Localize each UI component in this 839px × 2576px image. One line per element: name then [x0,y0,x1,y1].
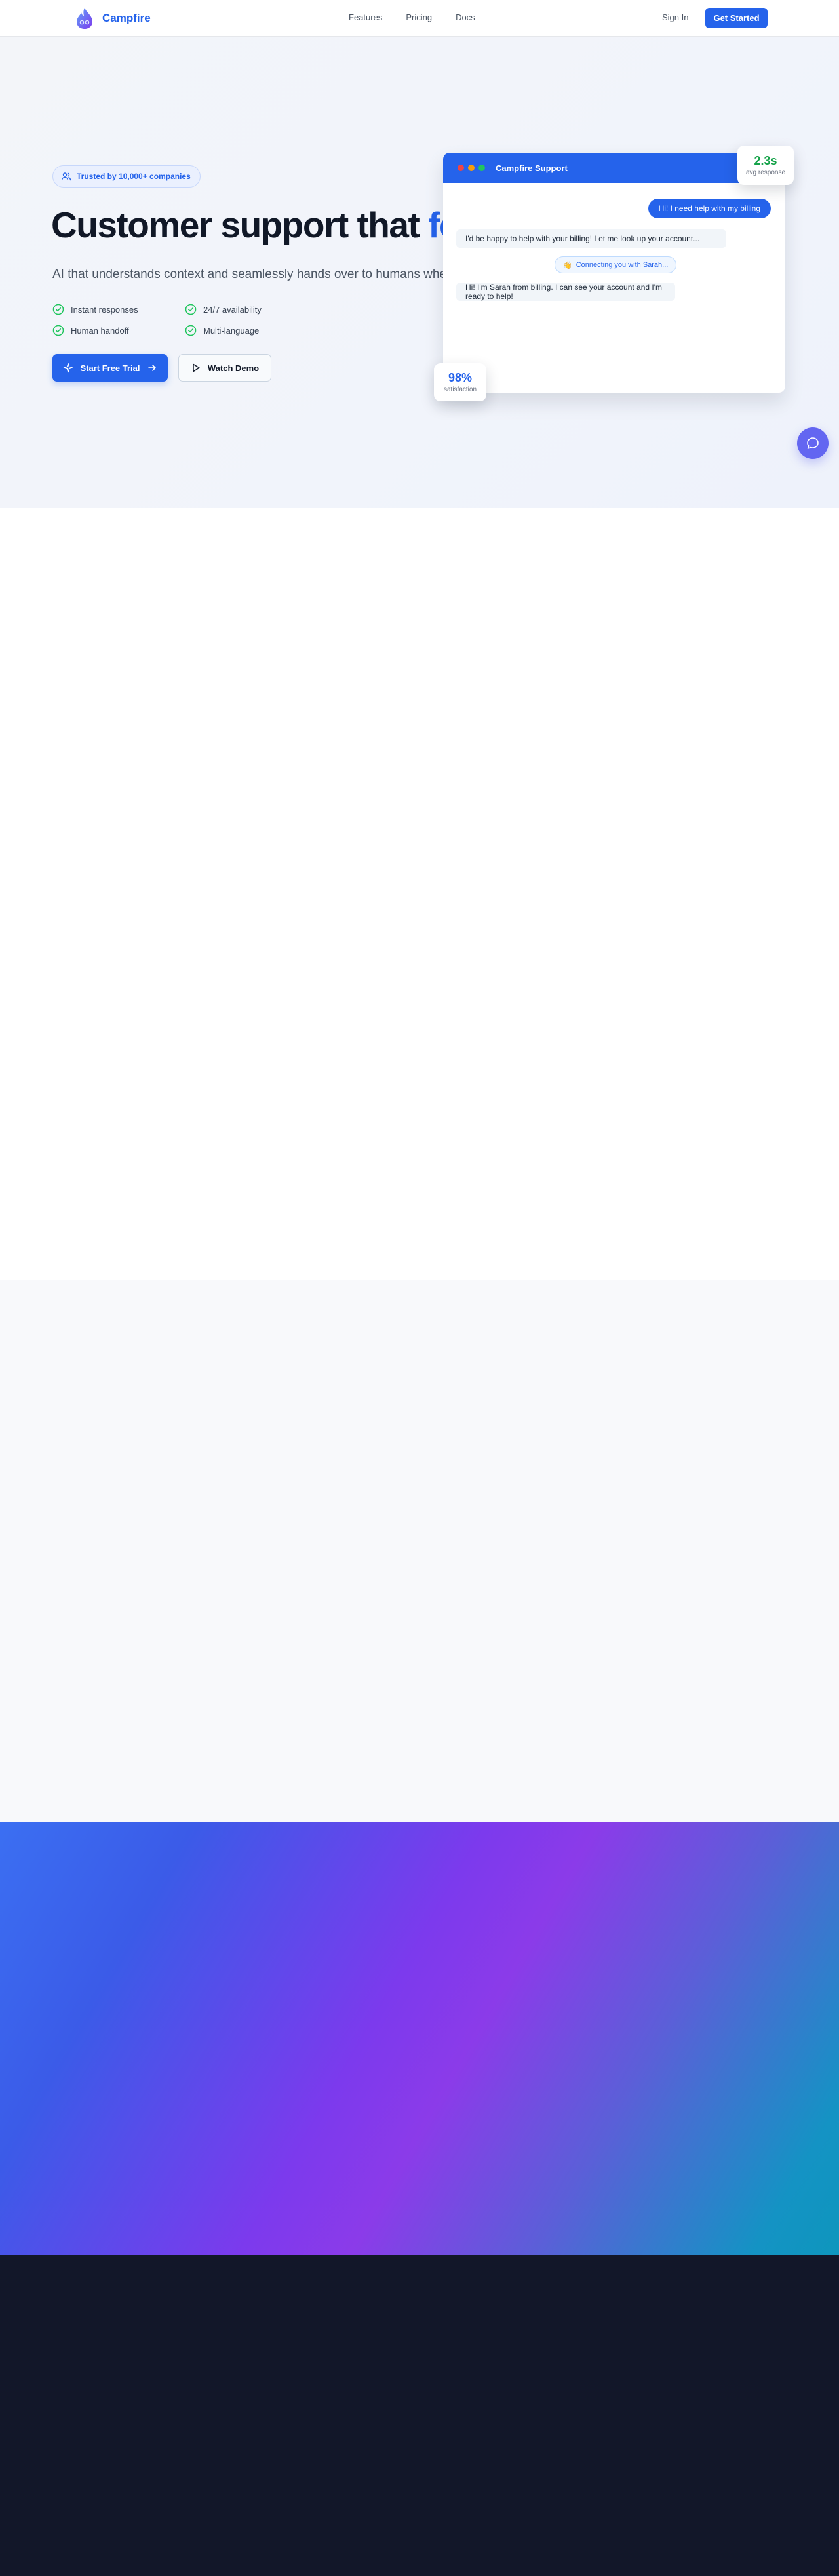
feature-item: Instant responses [52,304,185,315]
bot-message: I'd be happy to help with your billing! … [456,229,726,248]
feature-label: 24/7 availability [203,304,262,315]
brand[interactable]: Campfire [73,7,151,30]
feature-item: Human handoff [52,325,185,336]
get-started-button[interactable]: Get Started [705,8,768,28]
play-icon [193,363,200,372]
check-circle-icon [185,304,197,315]
wave-icon: 👋 [563,261,572,269]
user-message: Hi! I need help with my billing [648,199,771,218]
window-dot-red [458,165,464,171]
start-free-trial-label: Start Free Trial [80,363,140,373]
top-navigation: Campfire Features Pricing Docs Sign In G… [0,0,839,37]
check-circle-icon [52,325,64,336]
handoff-notice: 👋 Connecting you with Sarah... [555,256,677,273]
satisfaction-card: 98% satisfaction [434,363,486,401]
chat-bubble-icon [807,437,819,449]
feature-item: Multi-language [185,325,317,336]
trust-badge-label: Trusted by 10,000+ companies [77,172,191,181]
feature-label: Multi-language [203,325,260,336]
nav-link-docs[interactable]: Docs [456,12,475,22]
feature-list: Instant responses 24/7 availability Huma… [52,304,328,336]
chat-preview-window: Campfire Support Hi! I need help with my… [443,153,785,393]
satisfaction-label: satisfaction [443,386,477,393]
start-free-trial-button[interactable]: Start Free Trial [52,354,168,382]
arrow-right-icon [147,365,156,371]
nav-link-features[interactable]: Features [349,12,382,22]
headline-main: Customer support that [51,205,429,245]
response-time-card: 2.3s avg response [737,146,794,185]
hero-subheading: AI that understands context and seamless… [52,268,478,281]
chat-title: Campfire Support [496,163,568,173]
brand-name: Campfire [102,12,151,24]
chat-launcher-button[interactable] [797,427,829,459]
nav-links: Features Pricing Docs [349,12,475,22]
handoff-notice-label: Connecting you with Sarah... [576,261,669,269]
feature-label: Instant responses [71,304,138,315]
footer [0,2255,839,2576]
feature-label: Human handoff [71,325,129,336]
window-dot-green [478,165,485,171]
chat-header: Campfire Support [443,153,785,183]
campfire-logo-icon [77,8,92,29]
check-circle-icon [52,304,64,315]
window-dot-yellow [468,165,475,171]
details-section [0,1280,839,1822]
watch-demo-label: Watch Demo [207,363,260,373]
sign-in-link[interactable]: Sign In [662,12,688,22]
check-circle-icon [185,325,197,336]
nav-link-pricing[interactable]: Pricing [406,12,432,22]
hero-section: Trusted by 10,000+ companies Customer su… [0,37,839,508]
sparkle-icon [64,363,73,373]
cta-section [0,1822,839,2255]
response-time-label: avg response [745,169,786,176]
hero-headline: Customer support that fe [51,205,459,245]
satisfaction-value: 98% [448,371,473,384]
feature-item: 24/7 availability [185,304,317,315]
response-time-value: 2.3s [754,154,777,167]
features-section [0,508,839,1280]
trust-badge: Trusted by 10,000+ companies [52,165,201,188]
users-icon [61,172,71,181]
agent-message: Hi! I'm Sarah from billing. I can see yo… [456,283,675,301]
watch-demo-button[interactable]: Watch Demo [178,354,271,382]
